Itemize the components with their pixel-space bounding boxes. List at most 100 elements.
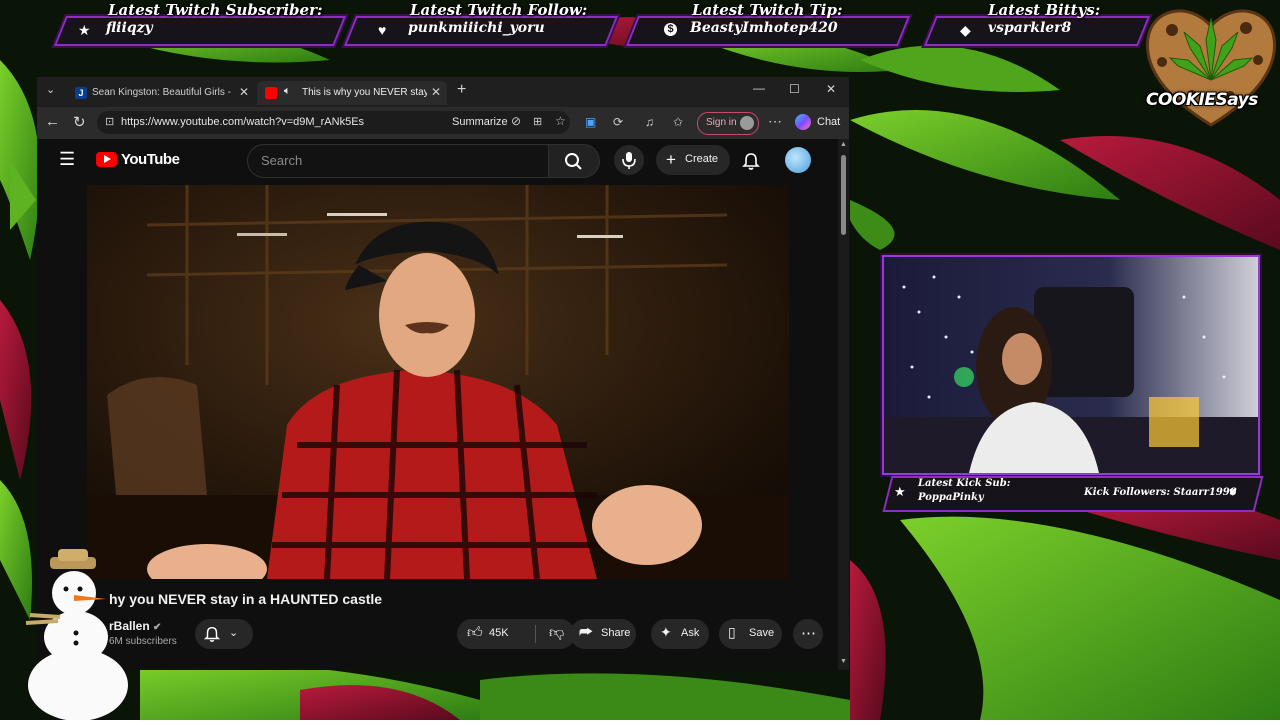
subscription-bell-button[interactable]: ⌄ [195, 619, 253, 649]
ask-button[interactable]: ✦ Ask [651, 619, 709, 649]
speaker-icon[interactable]: 🔈︎ [284, 85, 291, 98]
tab-beautiful-girls[interactable]: J Sean Kingston: Beautiful Girls - Jam ✕ [67, 81, 255, 105]
youtube-page: ☰ YouTube Search + Create hy you NEVER s… [37, 139, 849, 670]
like-button[interactable]: 👍︎ 45K [457, 619, 535, 649]
divider [535, 625, 536, 643]
copilot-icon [795, 114, 811, 130]
search-input[interactable]: Search [247, 144, 549, 178]
tab-label: Sean Kingston: Beautiful Girls - Jam [92, 87, 232, 98]
heart-icon: ♥ [378, 22, 387, 38]
search-icon [565, 153, 582, 170]
url-field[interactable]: ⊡ https://www.youtube.com/watch?v=d9M_rA… [97, 111, 570, 134]
menu-icon[interactable]: ☰ [59, 149, 75, 170]
sign-in-button[interactable]: Sign in [697, 112, 759, 135]
ask-label: Ask [681, 627, 700, 639]
diamond-icon: ◆ [960, 22, 971, 38]
new-tab-icon[interactable]: + [457, 81, 466, 99]
maximize-icon[interactable]: ☐ [789, 82, 800, 96]
tab-favicon: J [75, 87, 87, 99]
alert-value: BeastyImhotep420 [690, 20, 838, 36]
alert-latest-follow: Latest Twitch Follow: ♥ punkmiiichi_yoru [343, 0, 619, 46]
more-horizontal-icon: ⋯ [801, 625, 816, 642]
microphone-icon [622, 152, 636, 169]
video-player[interactable] [87, 185, 789, 579]
minimize-icon[interactable]: — [753, 81, 765, 95]
voice-search-button[interactable] [614, 145, 644, 175]
copilot-refresh-icon[interactable]: ⟳ [613, 115, 623, 129]
kick-sub-title: Latest Kick Sub: [918, 478, 1011, 489]
notifications-bell-icon[interactable] [741, 151, 761, 171]
star-icon: ★ [78, 22, 91, 38]
scroll-down-icon[interactable]: ▼ [840, 658, 847, 665]
alert-title: Latest Twitch Follow: [410, 1, 588, 19]
favorite-star-icon[interactable]: ☆ [555, 114, 566, 128]
search-placeholder: Search [261, 153, 303, 168]
alert-latest-subscriber: Latest Twitch Subscriber: ★ fliiqzy [53, 0, 347, 46]
scrollbar[interactable]: ▲ ▼ [838, 139, 849, 670]
refresh-icon[interactable]: ↻ [73, 113, 86, 131]
alert-value: punkmiiichi_yoru [408, 20, 545, 36]
performance-icon[interactable]: ♫ [645, 115, 654, 129]
extension-icon[interactable]: ▣ [585, 115, 596, 129]
bell-icon [203, 626, 221, 642]
create-button[interactable]: + Create [656, 145, 730, 175]
close-icon[interactable]: ✕ [239, 85, 249, 99]
alert-latest-bittys: Latest Bittys: ◆ vsparkler8 [923, 0, 1151, 46]
split-screen-icon[interactable]: ⊞ [533, 115, 542, 128]
chevron-down-icon: ⌄ [229, 627, 239, 639]
chat-label: Chat [817, 116, 841, 128]
browser-window: ⌄ J Sean Kingston: Beautiful Girls - Jam… [37, 77, 849, 670]
close-window-icon[interactable]: ✕ [826, 82, 836, 96]
alert-latest-tip: Latest Twitch Tip: $ BeastyImhotep420 [625, 0, 911, 46]
save-label: Save [749, 627, 775, 639]
close-icon[interactable]: ✕ [431, 85, 441, 99]
back-icon[interactable]: ← [45, 113, 60, 130]
summarize-label[interactable]: Summarize [452, 116, 508, 128]
webcam-feed [882, 255, 1260, 475]
bookmark-icon: ▯ [728, 624, 736, 640]
collections-icon[interactable]: ✩ [673, 115, 683, 129]
tab-haunted-castle[interactable]: 🔈︎ This is why you NEVER stay in ✕ [257, 81, 447, 105]
youtube-logo-text: YouTube [121, 151, 180, 168]
alert-title: Latest Twitch Subscriber: [108, 1, 323, 19]
more-options-icon[interactable]: ⋯ [768, 113, 782, 130]
star-icon: ★ [894, 484, 906, 499]
address-bar: ← ↻ ⊡ https://www.youtube.com/watch?v=d9… [37, 107, 849, 139]
share-button[interactable]: ⮫ Share [570, 619, 636, 649]
play-icon [104, 155, 111, 163]
video-frame [87, 185, 789, 579]
cookie-logo [1142, 0, 1280, 130]
video-title: hy you NEVER stay in a HAUNTED castle [109, 591, 383, 607]
more-actions-button[interactable]: ⋯ [793, 619, 823, 649]
brand-text: COOKIESays [1146, 90, 1258, 110]
webcam-image [884, 257, 1258, 473]
profile-icon [740, 116, 754, 130]
site-info-icon[interactable]: ⊡ [105, 115, 114, 128]
dollar-icon: $ [664, 23, 677, 36]
scroll-up-icon[interactable]: ▲ [840, 141, 847, 148]
create-label: Create [685, 153, 719, 165]
summarize-icon[interactable]: ⊘ [511, 114, 521, 128]
copilot-chat-button[interactable]: Chat [793, 112, 845, 133]
avatar[interactable] [785, 147, 811, 173]
thumbs-down-icon: 👎︎ [549, 624, 565, 641]
like-dislike-group: 👍︎ 45K 👎︎ [457, 619, 575, 649]
verified-icon: ✔︎ [153, 622, 162, 633]
sparkle-icon: ✦ [660, 624, 672, 640]
tab-list-icon[interactable]: ⌄ [46, 83, 55, 96]
tab-label: This is why you NEVER stay in [302, 87, 427, 98]
heart-icon: ♥ [1229, 484, 1237, 499]
share-icon: ⮫ [579, 624, 593, 641]
url-text: https://www.youtube.com/watch?v=d9M_rANk… [121, 116, 365, 128]
scroll-thumb[interactable] [841, 155, 846, 235]
kick-sub-value: PoppaPinky [918, 492, 984, 503]
youtube-favicon-icon [265, 87, 277, 99]
plus-icon: + [666, 150, 676, 169]
save-button[interactable]: ▯ Save [719, 619, 782, 649]
like-count: 45K [489, 627, 509, 639]
snowman-decoration [10, 545, 140, 721]
search-button[interactable] [548, 144, 600, 178]
kick-followers: Kick Followers: Staarr1998 [1084, 487, 1237, 498]
alert-value: vsparkler8 [988, 20, 1072, 36]
alert-title: Latest Twitch Tip: [692, 1, 843, 19]
